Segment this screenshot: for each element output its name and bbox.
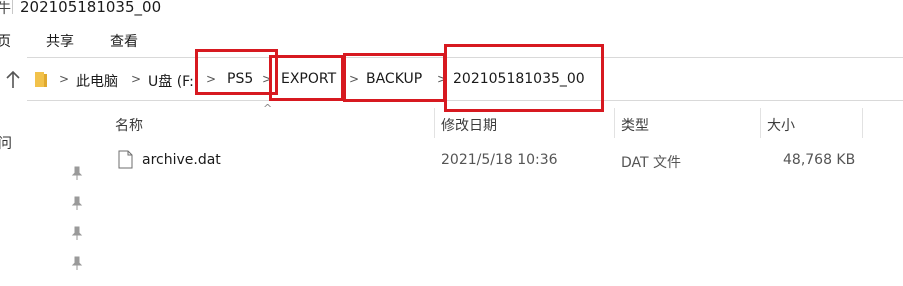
highlight-box-backup bbox=[343, 53, 446, 102]
highlight-box-ps5 bbox=[195, 49, 278, 95]
chevron-right-icon[interactable]: > bbox=[59, 72, 69, 86]
tab-view[interactable]: 查看 bbox=[110, 31, 138, 51]
chevron-right-icon[interactable]: > bbox=[131, 72, 141, 86]
title-divider bbox=[12, 0, 13, 14]
pin-icon[interactable] bbox=[70, 165, 84, 181]
column-divider[interactable] bbox=[862, 108, 863, 138]
column-header-name[interactable]: 名称 bbox=[115, 115, 143, 135]
file-type: DAT 文件 bbox=[621, 155, 682, 171]
highlight-box-export bbox=[269, 55, 344, 101]
breadcrumb-usb-drive[interactable]: U盘 (F: bbox=[148, 71, 194, 91]
pin-icon[interactable] bbox=[70, 255, 84, 271]
tab-share[interactable]: 共享 bbox=[46, 31, 74, 51]
nav-pane-label-clip[interactable]: 问 bbox=[0, 133, 12, 153]
window-title-clip: 牛 bbox=[0, 1, 11, 17]
file-modified: 2021/5/18 10:36 bbox=[441, 152, 558, 168]
column-divider[interactable] bbox=[434, 108, 435, 138]
window-title: 202105181035_00 bbox=[20, 0, 162, 16]
column-header-modified[interactable]: 修改日期 bbox=[441, 115, 497, 135]
file-name[interactable]: archive.dat bbox=[142, 152, 221, 168]
up-arrow-icon[interactable] bbox=[4, 68, 22, 92]
sort-caret-icon: ^ bbox=[263, 102, 273, 115]
folder-icon bbox=[35, 72, 47, 87]
column-header-type[interactable]: 类型 bbox=[621, 115, 649, 135]
file-size: 48,768 KB bbox=[783, 152, 856, 168]
pin-icon[interactable] bbox=[70, 225, 84, 241]
highlight-box-current-folder bbox=[444, 44, 604, 112]
pin-icon[interactable] bbox=[70, 195, 84, 211]
column-divider[interactable] bbox=[760, 108, 761, 138]
column-divider[interactable] bbox=[614, 108, 615, 138]
file-icon bbox=[118, 150, 133, 169]
tab-home[interactable]: 页 bbox=[0, 31, 11, 51]
column-header-size[interactable]: 大小 bbox=[767, 115, 795, 135]
breadcrumb-this-pc[interactable]: 此电脑 bbox=[76, 71, 118, 91]
